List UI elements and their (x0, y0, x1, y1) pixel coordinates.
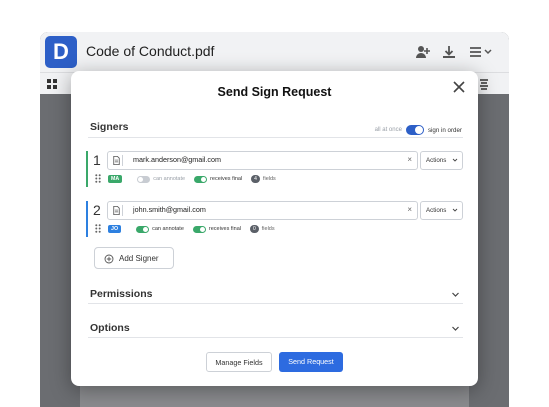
document-icon (113, 155, 123, 166)
fields-label: fields (261, 226, 275, 232)
clear-email-icon[interactable]: × (407, 155, 412, 164)
signer-email-field[interactable]: mark.anderson@gmail.com × (107, 151, 418, 170)
chevron-down-icon[interactable] (451, 324, 460, 333)
clear-email-icon[interactable]: × (407, 205, 412, 214)
signer-email: john.smith@gmail.com (133, 205, 206, 214)
signer-email-field[interactable]: john.smith@gmail.com × (107, 201, 418, 220)
can-annotate-label: can annotate (153, 176, 186, 182)
signer-email: mark.anderson@gmail.com (133, 155, 221, 164)
all-at-once-label[interactable]: all at once (375, 127, 402, 133)
divider (88, 337, 463, 338)
signer-initials-badge: MA (108, 175, 123, 183)
app-header: D Code of Conduct.pdf (40, 32, 509, 72)
signer-options: MA can annotate receives final 4 fields (108, 174, 276, 184)
signer-color-bar (86, 151, 88, 187)
fields-label: fields (262, 176, 276, 182)
receives-final-toggle[interactable] (192, 225, 206, 233)
chevron-down-icon (452, 208, 458, 212)
add-user-icon[interactable] (415, 44, 431, 60)
chevron-down-icon (452, 158, 458, 162)
document-title: Code of Conduct.pdf (86, 43, 215, 59)
menu-icon[interactable] (468, 44, 494, 60)
add-signer-icon (104, 254, 114, 264)
signer-row-1: 1 mark.anderson@gmail.com × Actions MA c… (86, 151, 463, 187)
download-icon[interactable] (441, 44, 457, 60)
can-annotate-toggle[interactable] (136, 225, 150, 233)
actions-label: Actions (426, 207, 447, 214)
field-count-badge: 0 (250, 225, 259, 233)
signer-color-bar (86, 201, 88, 237)
manage-fields-button[interactable]: Manage Fields (206, 352, 272, 372)
signer-row-2: 2 john.smith@gmail.com × Actions JO can … (86, 201, 463, 237)
signers-heading: Signers (90, 121, 129, 133)
sign-in-order-toggle[interactable] (405, 125, 424, 135)
grid-view-icon[interactable] (46, 78, 58, 90)
chevron-down-icon[interactable] (451, 290, 460, 299)
actions-dropdown[interactable]: Actions (420, 151, 463, 170)
signer-number: 1 (93, 152, 101, 168)
can-annotate-label: can annotate (152, 226, 184, 232)
drag-handle-icon[interactable] (95, 174, 101, 183)
options-heading[interactable]: Options (90, 322, 130, 334)
signer-number: 2 (93, 202, 101, 218)
receives-final-label: receives final (210, 176, 243, 182)
actions-label: Actions (426, 157, 447, 164)
add-signer-button[interactable]: Add Signer (94, 247, 174, 269)
actions-dropdown[interactable]: Actions (420, 201, 463, 220)
can-annotate-toggle[interactable] (137, 175, 151, 183)
signing-order-control: all at once sign in order (375, 125, 462, 135)
document-icon (113, 205, 123, 216)
sign-in-order-label[interactable]: sign in order (428, 127, 462, 134)
receives-final-label: receives final (208, 226, 241, 232)
permissions-heading[interactable]: Permissions (90, 288, 152, 300)
send-sign-request-modal: Send Sign Request Signers all at once si… (71, 71, 478, 386)
drag-handle-icon[interactable] (95, 224, 101, 233)
signer-options: JO can annotate receives final 0 fields (108, 224, 275, 234)
app-logo: D (45, 36, 77, 68)
divider (88, 303, 463, 304)
close-icon[interactable] (452, 80, 466, 94)
field-count-badge: 4 (251, 175, 260, 183)
divider (88, 137, 463, 138)
signer-initials-badge: JO (108, 225, 122, 233)
align-center-icon[interactable] (478, 78, 490, 90)
send-request-button[interactable]: Send Request (279, 352, 343, 372)
add-signer-label: Add Signer (119, 254, 159, 263)
modal-title: Send Sign Request (217, 85, 332, 99)
receives-final-toggle[interactable] (194, 175, 208, 183)
